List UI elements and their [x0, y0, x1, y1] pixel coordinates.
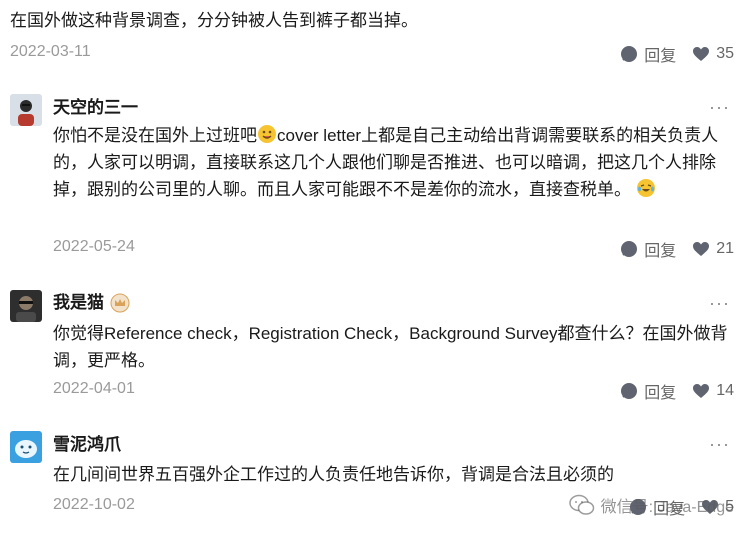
comment-actions: 回复 21: [620, 237, 734, 261]
avatar[interactable]: [10, 290, 42, 322]
like-count: 14: [716, 382, 734, 399]
commenter-name[interactable]: 我是猫: [53, 292, 130, 314]
like-button[interactable]: 21: [692, 240, 734, 258]
comment-date: 2022-04-01: [53, 380, 135, 397]
like-count: 21: [716, 240, 734, 257]
comment-actions: 回复 35: [620, 42, 734, 66]
wechat-watermark: 微信号: Java-Edge: [568, 493, 734, 517]
comment-text: 在国外做这种背景调查，分分钟被人告到裤子都当掉。: [10, 11, 418, 30]
reply-label: 回复: [644, 243, 677, 260]
comment-text: 在几间间世界五百强外企工作过的人负责任地告诉你，背调是合法且必须的: [53, 465, 614, 484]
wechat-icon: [568, 494, 594, 515]
commenter-name[interactable]: 天空的三一: [53, 97, 138, 119]
reply-icon: [621, 383, 638, 399]
reply-label: 回复: [644, 385, 677, 402]
like-button[interactable]: 14: [692, 382, 734, 400]
reply-button[interactable]: 回复: [620, 237, 676, 261]
comment-date: 2022-10-02: [53, 496, 135, 513]
commenter-name-text: 我是猫: [53, 293, 104, 312]
like-button[interactable]: 35: [692, 45, 734, 63]
crown-badge-icon: [110, 293, 130, 313]
reply-button[interactable]: 回复: [620, 379, 676, 403]
more-options-button[interactable]: ···: [709, 98, 730, 116]
reply-label: 回复: [644, 48, 677, 65]
heart-icon: [693, 242, 710, 256]
comment-text: 你觉得Reference check，Registration Check，Ba…: [53, 324, 728, 370]
like-count: 35: [716, 45, 734, 62]
more-options-button[interactable]: ···: [709, 294, 730, 312]
heart-icon: [693, 384, 710, 398]
avatar[interactable]: [10, 94, 42, 126]
avatar[interactable]: [10, 431, 42, 463]
drooling-emoji-icon: [258, 125, 276, 143]
comment-date: 2022-03-11: [10, 43, 91, 60]
more-options-button[interactable]: ···: [709, 435, 730, 453]
commenter-name[interactable]: 雪泥鸿爪: [53, 434, 121, 456]
laughing-crying-emoji-icon: [636, 179, 655, 197]
comment-actions: 回复 14: [620, 379, 734, 403]
reply-icon: [621, 46, 638, 62]
heart-icon: [693, 47, 710, 61]
comment-date: 2022-05-24: [53, 238, 135, 255]
watermark-text: 微信号: Java-Edge: [600, 499, 734, 516]
comment-text-part: 你怕不是没在国外上过班吧: [53, 126, 257, 145]
comment-text: 你怕不是没在国外上过班吧 cover letter上都是自己主动给出背调需要联系的…: [53, 122, 730, 203]
reply-icon: [621, 241, 638, 257]
reply-button[interactable]: 回复: [620, 42, 676, 66]
